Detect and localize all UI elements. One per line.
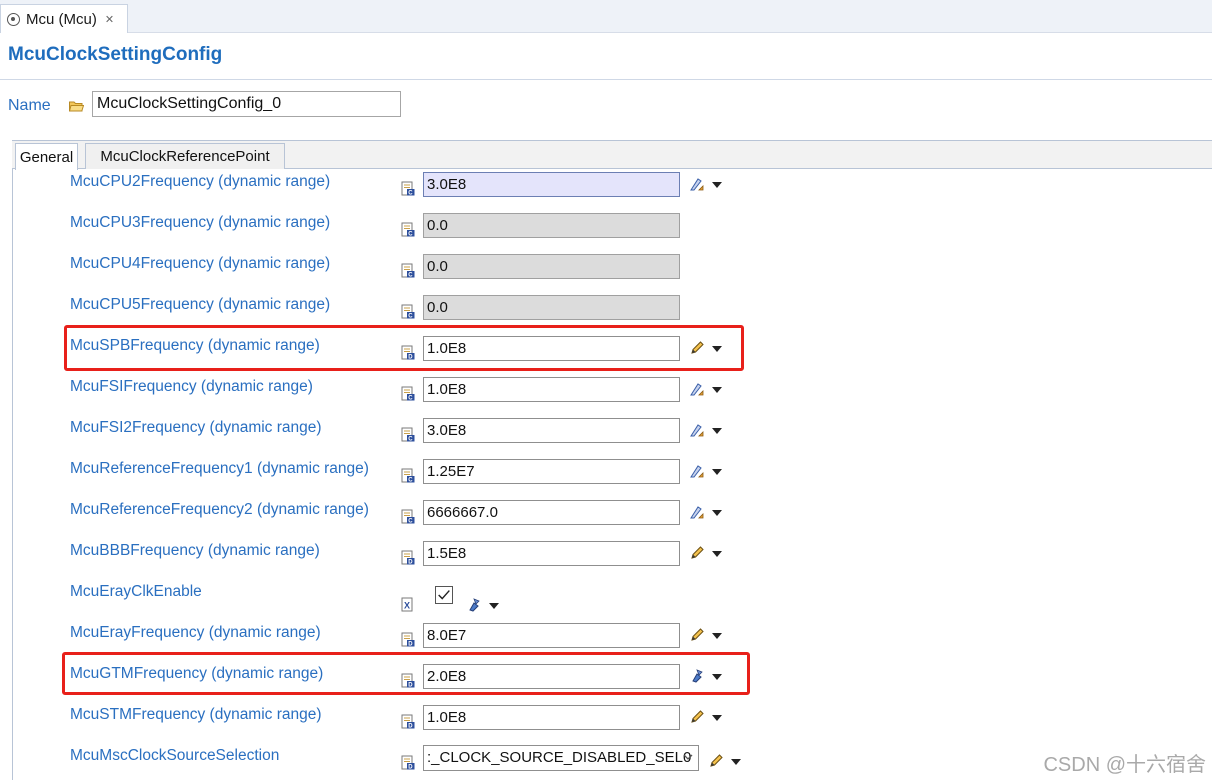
param-label: McuReferenceFrequency1 (dynamic range) xyxy=(70,460,369,477)
boolean-param-icon: X xyxy=(401,597,413,612)
svg-text:C: C xyxy=(408,396,413,401)
svg-text:C: C xyxy=(408,232,413,237)
param-label: McuErayClkEnable xyxy=(70,583,202,600)
editor-tab-mcu[interactable]: Mcu (Mcu) ✕ xyxy=(0,4,128,33)
msc-clock-source-select[interactable]: :_CLOCK_SOURCE_DISABLED_SEL0 xyxy=(423,745,699,771)
calculator-wand-icon[interactable] xyxy=(689,422,705,438)
svg-text:C: C xyxy=(408,314,413,319)
config-doc-icon: C xyxy=(401,427,415,442)
action-menu-arrow-icon[interactable] xyxy=(712,633,722,639)
param-value-field[interactable] xyxy=(423,541,680,566)
svg-text:C: C xyxy=(408,519,413,524)
pencil-icon[interactable] xyxy=(708,753,724,769)
param-label: McuBBBFrequency (dynamic range) xyxy=(70,542,320,559)
svg-text:D: D xyxy=(408,765,413,770)
config-doc-icon: C xyxy=(401,304,415,319)
action-menu-arrow-icon[interactable] xyxy=(712,551,722,557)
module-icon xyxy=(7,12,20,26)
chevron-down-icon[interactable] xyxy=(683,753,693,761)
action-menu-arrow-icon[interactable] xyxy=(712,428,722,434)
calculator-wand-icon[interactable] xyxy=(689,176,705,192)
param-label: McuFSI2Frequency (dynamic range) xyxy=(70,419,322,436)
param-label: McuReferenceFrequency2 (dynamic range) xyxy=(70,501,369,518)
param-label: McuCPU3Frequency (dynamic range) xyxy=(70,214,331,231)
config-doc-icon: C xyxy=(401,468,415,483)
action-menu-arrow-icon[interactable] xyxy=(489,603,499,609)
action-menu-arrow-icon[interactable] xyxy=(712,510,722,516)
page-title: McuClockSettingConfig xyxy=(8,44,223,65)
param-label: McuCPU5Frequency (dynamic range) xyxy=(70,296,331,313)
param-value-field[interactable] xyxy=(423,418,680,443)
config-doc-icon: C xyxy=(401,509,415,524)
checkmark-icon xyxy=(438,590,450,600)
param-value-field xyxy=(423,254,680,279)
folder-icon xyxy=(69,101,84,112)
param-label: McuFSIFrequency (dynamic range) xyxy=(70,378,313,395)
eray-clk-enable-checkbox[interactable] xyxy=(435,586,453,604)
svg-text:X: X xyxy=(404,601,410,611)
param-value-field xyxy=(423,295,680,320)
name-label: Name xyxy=(8,97,51,114)
name-input[interactable] xyxy=(92,91,401,117)
close-icon[interactable]: ✕ xyxy=(105,13,114,26)
action-menu-arrow-icon[interactable] xyxy=(712,469,722,475)
config-doc-icon: D xyxy=(401,632,415,647)
calculator-wand-icon[interactable] xyxy=(689,504,705,520)
param-value-field[interactable] xyxy=(423,377,680,402)
config-doc-icon: D xyxy=(401,550,415,565)
param-label: McuCPU4Frequency (dynamic range) xyxy=(70,255,331,272)
svg-text:C: C xyxy=(408,273,413,278)
action-menu-arrow-icon[interactable] xyxy=(731,759,741,765)
config-doc-icon: C xyxy=(401,222,415,237)
title-divider xyxy=(0,79,1212,80)
svg-text:C: C xyxy=(408,478,413,483)
calculator-wand-icon[interactable] xyxy=(689,381,705,397)
pencil-icon[interactable] xyxy=(689,709,705,725)
highlight-box-spb xyxy=(64,325,744,371)
config-doc-icon: D xyxy=(401,755,415,770)
pencil-icon[interactable] xyxy=(689,545,705,561)
param-value-field xyxy=(423,213,680,238)
pencil-icon[interactable] xyxy=(689,627,705,643)
param-value-field[interactable] xyxy=(423,705,680,730)
tab-mcu-clock-reference-point[interactable]: McuClockReferencePoint xyxy=(85,143,285,169)
svg-text:D: D xyxy=(408,642,413,647)
calculator-wand-icon[interactable] xyxy=(689,463,705,479)
config-doc-icon: C xyxy=(401,386,415,401)
restore-default-icon[interactable] xyxy=(466,597,482,613)
action-menu-arrow-icon[interactable] xyxy=(712,715,722,721)
param-value-field[interactable] xyxy=(423,623,680,648)
svg-text:D: D xyxy=(408,560,413,565)
editor-tab-title: Mcu (Mcu) xyxy=(26,10,97,28)
param-label: McuSTMFrequency (dynamic range) xyxy=(70,706,322,723)
watermark: CSDN @十六宿舍 xyxy=(1043,754,1206,776)
param-label: McuCPU2Frequency (dynamic range) xyxy=(70,173,331,190)
config-doc-icon: C xyxy=(401,263,415,278)
editor-tab-bar xyxy=(0,0,1212,33)
config-doc-icon: C xyxy=(401,181,415,196)
svg-text:C: C xyxy=(408,437,413,442)
param-value-field[interactable] xyxy=(423,172,680,197)
svg-text:C: C xyxy=(408,191,413,196)
svg-text:D: D xyxy=(408,724,413,729)
highlight-box-gtm xyxy=(62,652,750,695)
tab-general[interactable]: General xyxy=(15,143,78,170)
param-value-field[interactable] xyxy=(423,459,680,484)
config-doc-icon: D xyxy=(401,714,415,729)
param-label: McuErayFrequency (dynamic range) xyxy=(70,624,321,641)
action-menu-arrow-icon[interactable] xyxy=(712,387,722,393)
param-label: McuMscClockSourceSelection xyxy=(70,747,280,764)
action-menu-arrow-icon[interactable] xyxy=(712,182,722,188)
param-value-field[interactable] xyxy=(423,500,680,525)
